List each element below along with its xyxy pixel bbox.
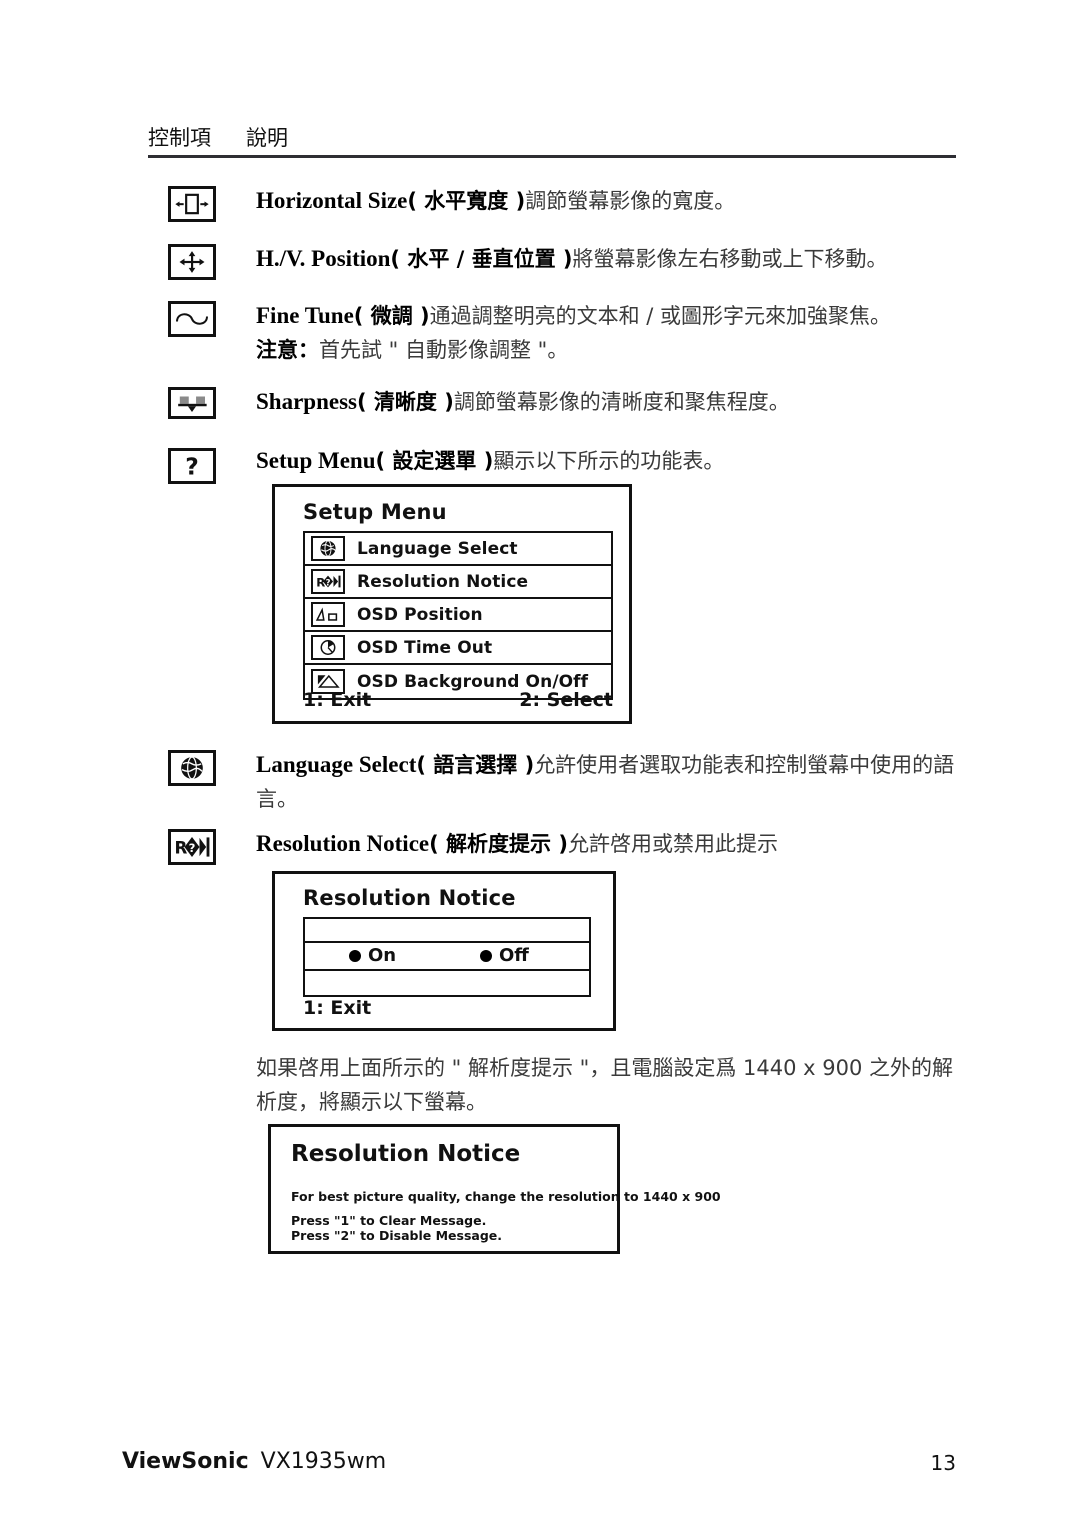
entry-title-en-0: Horizontal Size — [256, 188, 408, 213]
globe-icon — [311, 536, 345, 561]
resolution-notice-exit-label[interactable]: 1: Exit — [303, 997, 371, 1019]
setup-menu-exit-label[interactable]: 1: Exit — [303, 689, 371, 711]
fine-tune-icon — [168, 301, 216, 337]
entry-title-zh-4: ( 設定選單 ) — [375, 449, 494, 473]
column-header-control: 控制項 — [148, 126, 211, 150]
option-on[interactable]: On — [349, 945, 396, 966]
entry-title-en-3: Sharpness — [256, 389, 357, 414]
sharpness-glyph — [178, 396, 207, 412]
entry-note-label-2: 注意： — [256, 338, 319, 362]
setup-menu-osd-footer: 1: Exit 2: Select — [303, 689, 613, 711]
message-box-title: Resolution Notice — [291, 1141, 521, 1167]
message-box-line-3: Press "2" to Disable Message. — [291, 1228, 503, 1243]
setup-menu-select-label[interactable]: 2: Select — [519, 689, 613, 711]
table-band-options: On Off — [305, 943, 589, 971]
language-select-icon — [168, 750, 216, 786]
footer-brand: ViewSonic — [122, 1449, 249, 1474]
entry-title-en-4: Setup Menu — [256, 448, 376, 473]
entry-title-zh-3: ( 清晰度 ) — [356, 390, 454, 414]
entry-sharpness-text: Sharpness( 清晰度 )調節螢幕影像的清晰度和聚焦程度。 — [256, 385, 956, 419]
fine-tune-glyph — [176, 313, 208, 325]
osd-timeout-icon — [311, 635, 345, 660]
entry-body-4: 顯示以下所示的功能表。 — [493, 449, 725, 473]
menu-item-osd-timeout[interactable]: OSD Time Out — [305, 632, 611, 665]
setup-menu-icon: ? — [168, 448, 216, 484]
table-band-bottom — [305, 971, 589, 995]
osd-position-icon — [311, 602, 345, 627]
radio-dot-icon — [349, 949, 361, 962]
entry-title-en-6: Resolution Notice — [256, 831, 430, 856]
entry-hv-position-text: H./V. Position( 水平 / 垂直位置 )將螢幕影像左右移動或上下移… — [256, 242, 956, 276]
entry-title-en-2: Fine Tune — [256, 303, 354, 328]
column-header-description: 說明 — [246, 126, 288, 150]
resolution-notice-icon: R ? — [168, 829, 216, 865]
resolution-notice-icon: R ? — [311, 569, 345, 594]
option-off[interactable]: Off — [480, 945, 529, 966]
page-number: 13 — [930, 1451, 956, 1475]
entry-title-en-1: H./V. Position — [256, 246, 391, 271]
horizontal-size-glyph — [175, 193, 209, 215]
svg-text:?: ? — [189, 841, 196, 855]
resolution-notice-glyph: R ? — [175, 837, 210, 858]
hv-position-icon — [168, 244, 216, 280]
entry-body-2: 通過調整明亮的文本和 / 或圖形字元來加強聚焦。 — [429, 304, 892, 328]
menu-item-label: Resolution Notice — [357, 571, 529, 592]
resolution-notice-options-table: On Off — [303, 917, 591, 997]
entry-body-3: 調節螢幕影像的清晰度和聚焦程度。 — [453, 390, 790, 414]
entry-title-zh-1: ( 水平 / 垂直位置 ) — [390, 247, 573, 271]
radio-dot-icon — [480, 949, 492, 962]
entry-horizontal-size-text: Horizontal Size( 水平寬度 )調節螢幕影像的寬度。 — [256, 184, 956, 218]
resolution-notice-osd: Resolution Notice On Off 1: Exit — [272, 871, 616, 1031]
entry-note-body-2: 首先試 " 自動影像調整 "。 — [319, 338, 569, 362]
question-mark-glyph: ? — [185, 452, 199, 480]
footer-model: VX1935wm — [260, 1449, 387, 1474]
setup-menu-osd-title: Setup Menu — [303, 500, 447, 524]
option-on-label: On — [368, 945, 397, 966]
column-headers: 控制項 說明 — [148, 122, 958, 152]
entry-title-zh-2: ( 微調 ) — [353, 304, 430, 328]
menu-item-label: OSD Position — [357, 604, 483, 625]
footer-branding: ViewSonic VX1935wm — [122, 1449, 386, 1474]
menu-item-language-select[interactable]: Language Select — [305, 533, 611, 566]
message-box-line-1: For best picture quality, change the res… — [291, 1189, 721, 1204]
header-divider — [148, 155, 956, 158]
setup-menu-osd: Setup Menu Language Select R ? Resolutio… — [272, 484, 632, 724]
svg-text:?: ? — [326, 577, 331, 587]
entry-title-zh-6: ( 解析度提示 ) — [429, 832, 568, 856]
menu-item-label: Language Select — [357, 538, 518, 559]
resolution-notice-osd-title: Resolution Notice — [303, 886, 516, 910]
resolution-notice-message-box: Resolution Notice For best picture quali… — [268, 1124, 721, 1254]
entry-fine-tune-text: Fine Tune( 微調 )通過調整明亮的文本和 / 或圖形字元來加強聚焦。 … — [256, 299, 956, 367]
setup-menu-list: Language Select R ? Resolution Notice OS… — [303, 531, 613, 700]
entry-body-0: 調節螢幕影像的寬度。 — [525, 189, 736, 213]
menu-item-label: OSD Time Out — [357, 637, 493, 658]
resolution-notice-osd-footer: 1: Exit — [303, 997, 371, 1019]
globe-icon — [181, 756, 203, 780]
message-box-line-2: Press "1" to Clear Message. — [291, 1213, 487, 1228]
sharpness-icon — [168, 387, 216, 419]
entry-body-1: 將螢幕影像左右移動或上下移動。 — [572, 247, 888, 271]
entry-title-en-5: Language Select — [256, 752, 417, 777]
option-off-label: Off — [499, 945, 529, 966]
entry-setup-menu-text: Setup Menu( 設定選單 )顯示以下所示的功能表。 — [256, 444, 956, 478]
table-band-top — [305, 919, 589, 943]
menu-item-resolution-notice[interactable]: R ? Resolution Notice — [305, 566, 611, 599]
horizontal-size-icon — [168, 186, 216, 222]
entry-language-select-text: Language Select( 語言選擇 )允許使用者選取功能表和控制螢幕中使… — [256, 748, 956, 816]
entry-title-zh-0: ( 水平寬度 ) — [407, 189, 526, 213]
svg-text:?: ? — [185, 452, 199, 480]
resolution-paragraph: 如果啓用上面所示的 " 解析度提示 "，且電腦設定爲 1440 x 900 之外… — [256, 1051, 956, 1119]
resolution-paragraph-text: 如果啓用上面所示的 " 解析度提示 "，且電腦設定爲 1440 x 900 之外… — [256, 1056, 953, 1114]
entry-resolution-notice-text: Resolution Notice( 解析度提示 )允許啓用或禁用此提示 — [256, 827, 956, 861]
manual-page: 控制項 說明 Horizontal Size( 水平寬度 )調節螢幕影像的寬度。 — [0, 0, 1080, 1527]
menu-item-osd-position[interactable]: OSD Position — [305, 599, 611, 632]
entry-title-zh-5: ( 語言選擇 ) — [416, 753, 535, 777]
entry-body-6: 允許啓用或禁用此提示 — [567, 832, 778, 856]
hv-position-glyph — [179, 251, 205, 273]
